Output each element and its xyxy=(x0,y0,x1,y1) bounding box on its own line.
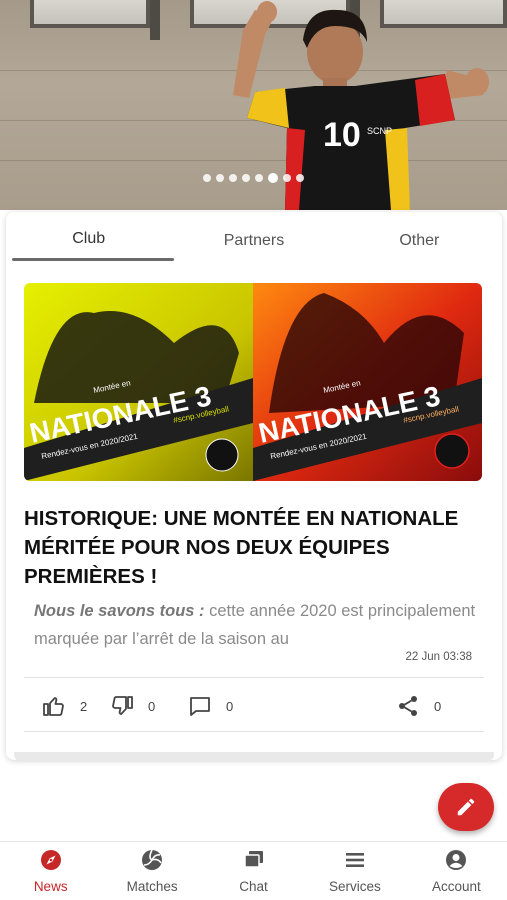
nav-news[interactable]: News xyxy=(0,842,101,900)
nav-label: News xyxy=(33,879,68,894)
carousel-dot[interactable] xyxy=(283,174,291,182)
carousel-dot[interactable] xyxy=(229,174,237,182)
nav-matches[interactable]: Matches xyxy=(101,842,202,900)
nav-label: Chat xyxy=(239,879,268,894)
like-button[interactable]: 2 xyxy=(42,694,87,718)
tab-partners[interactable]: Partners xyxy=(171,212,336,262)
carousel-dot[interactable] xyxy=(296,174,304,182)
tab-club[interactable]: Club xyxy=(6,212,171,262)
compass-icon xyxy=(40,850,61,870)
pencil-icon xyxy=(457,798,475,816)
like-count: 2 xyxy=(80,698,88,714)
divider xyxy=(24,677,484,678)
svg-text:10: 10 xyxy=(323,116,361,154)
hero-carousel[interactable]: 10 SCNP xyxy=(0,0,507,210)
thumb-down-icon xyxy=(112,696,133,715)
excerpt-bold: Nous le savons tous : xyxy=(34,602,205,620)
svg-text:SCNP: SCNP xyxy=(367,126,392,136)
bottom-navigation: News Matches Chat Services Account xyxy=(0,841,507,900)
tab-indicator xyxy=(12,258,174,261)
dislike-button[interactable]: 0 xyxy=(110,694,155,718)
tab-other[interactable]: Other xyxy=(337,212,502,262)
nav-label: Account xyxy=(431,879,481,894)
news-title[interactable]: HISTORIQUE: UNE MONTÉE EN NATIONALE MÉRI… xyxy=(24,504,484,591)
nav-chat[interactable]: Chat xyxy=(203,842,304,900)
news-card[interactable]: Club Partners Other Montée en NATIONALE … xyxy=(6,212,502,760)
dislike-count: 0 xyxy=(148,698,156,714)
comment-count: 0 xyxy=(226,698,234,714)
nav-services[interactable]: Services xyxy=(304,842,405,900)
next-card-edge xyxy=(14,752,494,762)
news-actions: 2 0 0 0 xyxy=(6,688,502,724)
comment-button[interactable]: 0 xyxy=(188,694,233,718)
news-banner-image[interactable]: Montée en NATIONALE 3 Rendez-vous en 202… xyxy=(24,283,482,481)
nav-label: Matches xyxy=(126,879,178,894)
share-icon xyxy=(399,696,417,716)
carousel-dot[interactable] xyxy=(255,174,263,182)
news-excerpt: Nous le savons tous : cette année 2020 e… xyxy=(34,597,484,653)
chat-icon xyxy=(243,851,263,868)
carousel-dot-active[interactable] xyxy=(268,173,278,183)
compose-button[interactable] xyxy=(438,783,494,831)
share-button[interactable]: 0 xyxy=(396,694,441,718)
divider xyxy=(24,731,484,732)
carousel-dot[interactable] xyxy=(242,174,250,182)
comment-icon xyxy=(190,697,210,716)
carousel-dot[interactable] xyxy=(216,174,224,182)
nav-account[interactable]: Account xyxy=(406,842,507,900)
carousel-indicator[interactable] xyxy=(0,173,507,183)
nav-label: Services xyxy=(329,879,381,894)
account-icon xyxy=(446,850,467,870)
carousel-dot[interactable] xyxy=(203,174,211,182)
share-count: 0 xyxy=(434,698,442,714)
news-tabs: Club Partners Other xyxy=(6,212,502,262)
menu-icon xyxy=(345,853,364,867)
thumb-up-icon xyxy=(43,697,64,716)
news-date: 22 Jun 03:38 xyxy=(405,651,472,663)
volleyball-icon xyxy=(142,849,163,870)
